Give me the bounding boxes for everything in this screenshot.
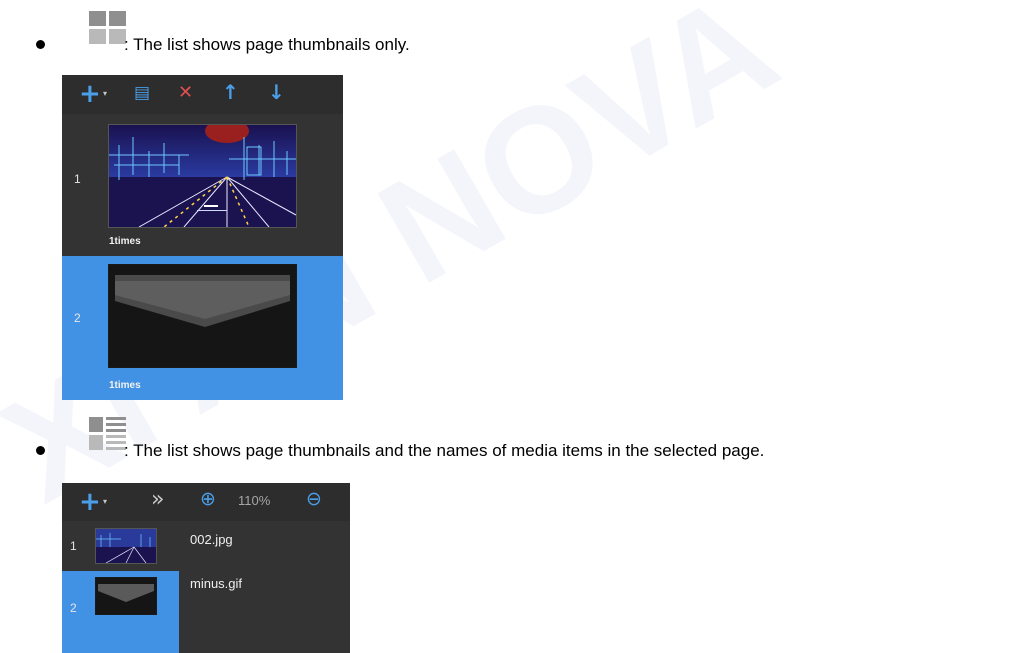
add-page-button[interactable]: + — [79, 489, 101, 515]
arrow-down-icon[interactable]: ↓ — [268, 82, 285, 102]
minus-gif-image — [109, 265, 296, 367]
page-thumbnail-2 — [95, 577, 157, 615]
zoom-in-icon[interactable]: ⊕ — [200, 490, 216, 509]
add-page-dropdown-icon[interactable]: ▾ — [103, 90, 107, 98]
play-times-label: 1times — [109, 380, 141, 391]
page-row-2[interactable]: 2 — [62, 571, 179, 653]
page-row-2[interactable]: 2 1times — [62, 256, 343, 400]
page-media-panel: + ▾ » ⊕ 110% ⊖ 1 2 002.jpg minus.gif — [62, 483, 350, 653]
zoom-level: 110% — [238, 493, 271, 508]
page-number: 2 — [70, 601, 77, 615]
play-times-label: 1times — [109, 236, 141, 247]
media-item[interactable]: minus.gif — [190, 576, 242, 591]
add-page-dropdown-icon[interactable]: ▾ — [103, 498, 107, 506]
page-row-1[interactable]: 1 — [62, 118, 343, 254]
page-list-toolbar: + ▾ ▤ ✕ ↑ ↓ — [62, 75, 343, 114]
expand-icon[interactable]: » — [151, 489, 164, 511]
list-view-description: : The list shows page thumbnails and the… — [124, 441, 765, 460]
city-night-road-image — [96, 529, 156, 563]
delete-icon[interactable]: ✕ — [178, 84, 193, 102]
page-media-toolbar: + ▾ » ⊕ 110% ⊖ — [62, 483, 350, 521]
bullet-point — [36, 40, 45, 49]
arrow-up-icon[interactable]: ↑ — [222, 82, 239, 102]
add-page-button[interactable]: + — [79, 81, 101, 107]
page-number: 1 — [70, 539, 77, 553]
zoom-out-icon[interactable]: ⊖ — [306, 490, 322, 509]
page-list-panel: + ▾ ▤ ✕ ↑ ↓ 1 1times 2 1times — [62, 75, 343, 400]
page-number: 1 — [74, 172, 81, 186]
media-list: 002.jpg minus.gif — [179, 521, 350, 653]
page-thumbnail-column: 1 2 — [62, 521, 179, 653]
media-item[interactable]: 002.jpg — [190, 532, 233, 547]
page-number: 2 — [74, 311, 81, 325]
page-row-1[interactable]: 1 — [62, 527, 179, 565]
city-night-road-image — [109, 125, 296, 227]
copy-page-icon[interactable]: ▤ — [134, 85, 150, 102]
minus-gif-image — [96, 578, 156, 614]
grid-view-icon — [89, 11, 126, 44]
bullet-point — [36, 446, 45, 455]
page-thumbnail-1 — [108, 124, 297, 228]
list-view-icon — [89, 417, 126, 450]
page-thumbnail-1 — [95, 528, 157, 564]
grid-view-description: : The list shows page thumbnails only. — [124, 35, 410, 54]
page-thumbnail-2 — [108, 264, 297, 368]
